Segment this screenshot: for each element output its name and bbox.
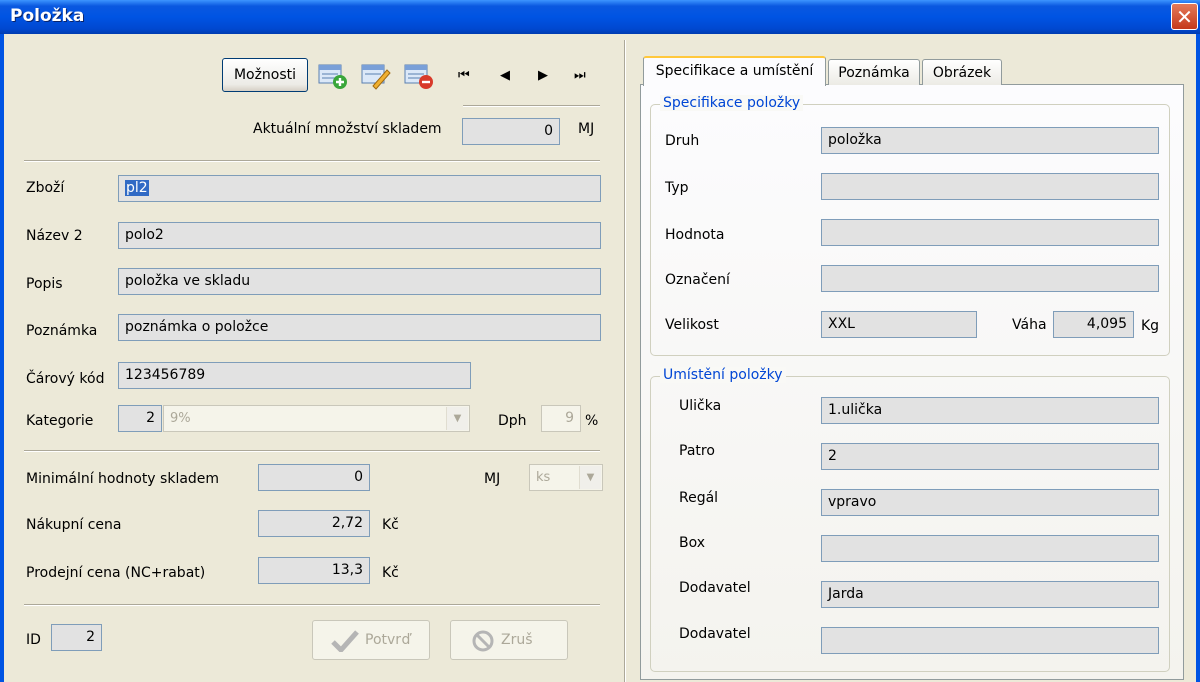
- cancel-label: Zruš: [501, 632, 533, 648]
- zbozi-field[interactable]: pl2: [118, 175, 601, 202]
- oznaceni-field[interactable]: [821, 265, 1159, 292]
- min-stock-field[interactable]: 0: [258, 464, 370, 491]
- sale-price-field[interactable]: 13,3: [258, 557, 370, 584]
- box-label: Box: [679, 535, 706, 551]
- zbozi-label: Zboží: [26, 180, 65, 196]
- divider: [24, 604, 600, 606]
- divider: [463, 105, 600, 107]
- chevron-down-icon[interactable]: ▼: [579, 466, 601, 489]
- velikost-label: Velikost: [665, 317, 719, 333]
- kategorie-code-field[interactable]: 2: [118, 405, 162, 432]
- dph-label: Dph: [498, 413, 527, 429]
- poznamka-field[interactable]: poznámka o položce: [118, 314, 601, 341]
- mj-select[interactable]: ks ▼: [529, 464, 603, 491]
- edit-record-icon[interactable]: [361, 62, 391, 90]
- velikost-field[interactable]: XXL: [821, 311, 977, 338]
- stock-unit-label: MJ: [578, 121, 595, 137]
- close-button[interactable]: ✕: [1171, 3, 1198, 30]
- kategorie-selected: 9%: [170, 411, 191, 426]
- vaha-field[interactable]: 4,095: [1053, 311, 1134, 338]
- vaha-unit-label: Kg: [1141, 318, 1160, 334]
- title-bar[interactable]: Položka ✕: [0, 0, 1200, 34]
- spec-group-title: Specifikace položky: [660, 95, 804, 111]
- pane-divider: [624, 40, 626, 682]
- purchase-currency-label: Kč: [382, 517, 399, 533]
- patro-field[interactable]: 2: [821, 443, 1159, 470]
- stock-quantity-field: 0: [462, 118, 560, 145]
- vaha-label: Váha: [1012, 317, 1047, 333]
- nazev2-field[interactable]: polo2: [118, 222, 601, 249]
- regal-field[interactable]: vpravo: [821, 489, 1159, 516]
- location-group-title: Umístění položky: [660, 367, 786, 383]
- dodavatel-2-label: Dodavatel: [679, 626, 751, 642]
- poznamka-label: Poznámka: [26, 323, 98, 339]
- delete-record-icon[interactable]: [404, 62, 434, 90]
- dph-field[interactable]: 9: [541, 405, 581, 432]
- oznaceni-label: Označení: [665, 272, 730, 288]
- confirm-button[interactable]: Potvrď: [312, 620, 430, 660]
- hodnota-label: Hodnota: [665, 227, 725, 243]
- tab-specifikace[interactable]: Specifikace a umístění: [643, 56, 826, 86]
- ulicka-label: Ulička: [679, 398, 722, 414]
- druh-label: Druh: [665, 133, 700, 149]
- confirm-label: Potvrď: [365, 632, 411, 648]
- box-field[interactable]: [821, 535, 1159, 562]
- kategorie-label: Kategorie: [26, 413, 94, 429]
- purchase-price-field[interactable]: 2,72: [258, 510, 370, 537]
- cancel-button[interactable]: Zruš: [450, 620, 568, 660]
- dodavatel-field[interactable]: Jarda: [821, 581, 1159, 608]
- first-record-icon[interactable]: ⏮: [458, 68, 470, 83]
- mj-label: MJ: [484, 471, 501, 487]
- cancel-icon: [472, 630, 494, 652]
- typ-field[interactable]: [821, 173, 1159, 200]
- id-label: ID: [26, 632, 41, 648]
- previous-record-icon[interactable]: ◀: [500, 68, 510, 83]
- options-button[interactable]: Možnosti: [222, 58, 308, 92]
- nazev2-label: Název 2: [26, 228, 83, 244]
- purchase-price-label: Nákupní cena: [26, 517, 122, 533]
- sale-currency-label: Kč: [382, 565, 399, 581]
- window-title: Položka: [10, 6, 85, 26]
- min-stock-label: Minimální hodnoty skladem: [26, 471, 220, 487]
- dph-unit-label: %: [585, 413, 599, 429]
- next-record-icon[interactable]: ▶: [538, 68, 548, 83]
- kategorie-select[interactable]: 9% ▼: [163, 405, 470, 432]
- druh-field[interactable]: položka: [821, 127, 1159, 154]
- popis-field[interactable]: položka ve skladu: [118, 268, 601, 295]
- regal-label: Regál: [679, 490, 719, 506]
- chevron-down-icon[interactable]: ▼: [446, 407, 468, 430]
- stock-label: Aktuální množství skladem: [253, 121, 442, 137]
- mj-selected: ks: [536, 470, 551, 485]
- popis-label: Popis: [26, 276, 63, 292]
- zbozi-value: pl2: [125, 180, 149, 196]
- dodavatel-label: Dodavatel: [679, 580, 751, 596]
- tab-poznamka[interactable]: Poznámka: [828, 59, 920, 85]
- add-record-icon[interactable]: [318, 62, 348, 90]
- barcode-field[interactable]: 123456789: [118, 362, 471, 389]
- typ-label: Typ: [665, 180, 689, 196]
- checkmark-icon: [331, 630, 359, 652]
- dodavatel-2-field[interactable]: [821, 627, 1159, 654]
- tab-obrazek[interactable]: Obrázek: [922, 59, 1002, 85]
- sale-price-label: Prodejní cena (NC+rabat): [26, 565, 206, 581]
- last-record-icon[interactable]: ⏭: [574, 68, 586, 83]
- hodnota-field[interactable]: [821, 219, 1159, 246]
- barcode-label: Čárový kód: [26, 371, 105, 387]
- ulicka-field[interactable]: 1.ulička: [821, 397, 1159, 424]
- divider: [24, 450, 600, 452]
- divider: [24, 160, 600, 162]
- id-field: 2: [51, 624, 102, 651]
- patro-label: Patro: [679, 443, 715, 459]
